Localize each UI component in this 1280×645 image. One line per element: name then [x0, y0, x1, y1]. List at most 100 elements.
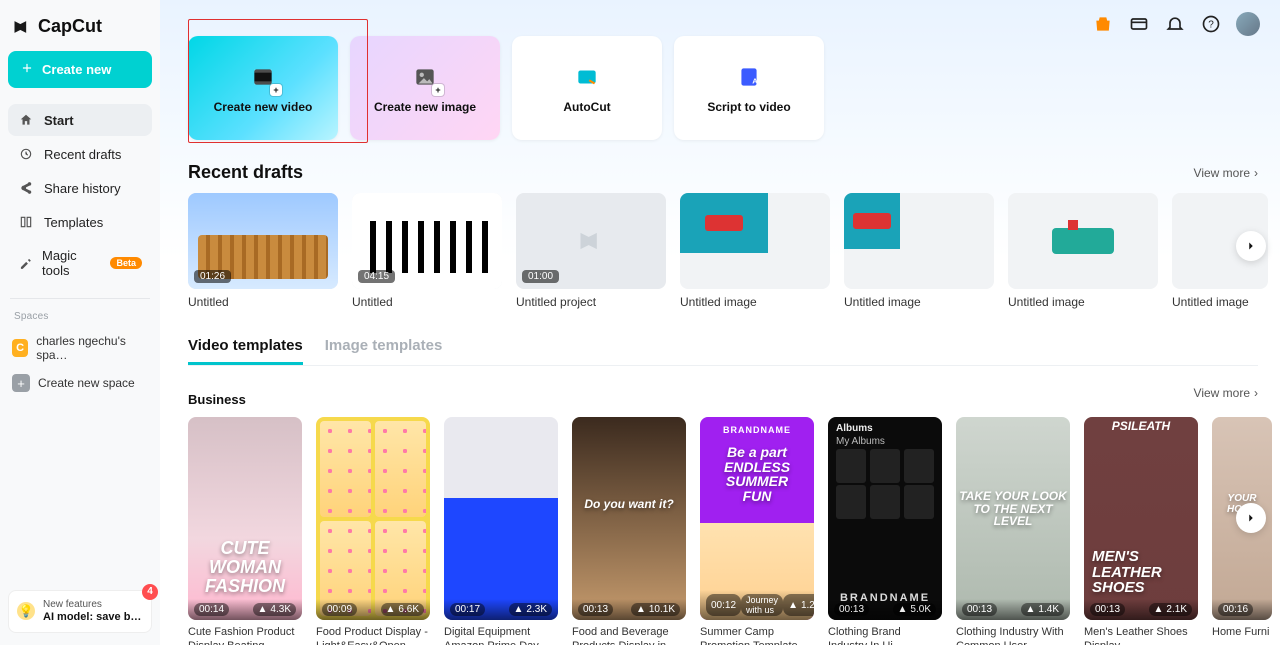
- flame-icon: ▲: [386, 604, 396, 615]
- shop-icon[interactable]: [1092, 13, 1114, 35]
- draft-card[interactable]: 04:15 Untitled: [352, 193, 502, 309]
- template-title: Clothing Brand Industry In Ui Recreation…: [828, 626, 942, 645]
- duration-badge: 01:00: [522, 270, 559, 283]
- popularity: 2.3K: [526, 604, 547, 615]
- template-card[interactable]: CUTE WOMAN FASHION 00:14▲4.3K Cute Fashi…: [188, 417, 302, 645]
- flame-icon: ▲: [898, 604, 908, 615]
- divider: [10, 298, 150, 299]
- duration-badge: 00:16: [1218, 603, 1253, 616]
- help-icon[interactable]: ?: [1200, 13, 1222, 35]
- logo-text: CapCut: [38, 16, 102, 37]
- head-text: PSILEATH: [1084, 419, 1198, 433]
- nf-count-badge: 4: [142, 584, 158, 600]
- overlay-text: Do you want it?: [572, 498, 686, 511]
- nav-magic-tools[interactable]: Magic tools Beta: [8, 240, 152, 286]
- template-card[interactable]: YOUR HOME 00:16 Home Furni: [1212, 417, 1272, 645]
- script-to-video-card[interactable]: AI Script to video: [674, 36, 824, 140]
- template-card[interactable]: 00:09 ▲6.6K Food Product Display - Light&…: [316, 417, 430, 645]
- sidebar: CapCut Create new Start Recent drafts Sh…: [0, 0, 160, 645]
- film-icon: +: [248, 62, 278, 92]
- duration-badge: 00:13: [578, 603, 613, 616]
- plus-badge: +: [270, 84, 282, 96]
- card-label: AutoCut: [563, 100, 610, 114]
- template-card[interactable]: 00:17▲2.3K Digital Equipment Amazon Prim…: [444, 417, 558, 645]
- capcut-logo-icon: [577, 227, 605, 255]
- nav-label: Magic tools: [42, 248, 98, 278]
- template-title: Food Product Display - Light&Easy&Open T…: [316, 626, 430, 645]
- create-space-label: Create new space: [38, 376, 135, 390]
- autocut-card[interactable]: AutoCut: [512, 36, 662, 140]
- home-icon: [18, 112, 34, 128]
- popularity: 2.1K: [1166, 604, 1187, 615]
- bell-icon[interactable]: [1164, 13, 1186, 35]
- template-title: Men's Leather Shoes Display: [1084, 626, 1198, 645]
- avatar[interactable]: [1236, 12, 1260, 36]
- create-new-image-card[interactable]: + Create new image: [350, 36, 500, 140]
- popularity: 5.0K: [910, 604, 931, 615]
- flame-icon: ▲: [788, 600, 798, 611]
- space-name: charles ngechu's spa…: [36, 334, 148, 362]
- business-view-more[interactable]: View more ›: [1194, 386, 1258, 400]
- recent-view-more[interactable]: View more ›: [1194, 166, 1258, 180]
- template-title: Food and Beverage Products Display in a…: [572, 626, 686, 645]
- recent-drafts-row: 01:26 Untitled 04:15 Untitled 01:00 Unti…: [188, 193, 1258, 309]
- spaces-label: Spaces: [8, 311, 152, 328]
- overlay-text: Be a part ENDLESS SUMMER FUN: [700, 445, 814, 504]
- draft-title: Untitled image: [1008, 295, 1158, 309]
- chevron-right-icon: [1244, 511, 1258, 525]
- template-card[interactable]: TAKE YOUR LOOK TO THE NEXT LEVEL 00:13▲1…: [956, 417, 1070, 645]
- plus-icon: [20, 61, 34, 78]
- template-card[interactable]: Do you want it? 00:13▲10.1K Food and Bev…: [572, 417, 686, 645]
- primary-nav: Start Recent drafts Share history Templa…: [8, 104, 152, 286]
- duration-badge: 00:13: [834, 603, 869, 616]
- nf-text: New features AI model: save big …: [43, 599, 143, 624]
- template-card[interactable]: PSILEATH MEN'S LEATHER SHOES 00:13▲2.1K …: [1084, 417, 1198, 645]
- nav-recent-drafts[interactable]: Recent drafts: [8, 138, 152, 170]
- scroll-right-button[interactable]: [1236, 231, 1266, 261]
- templates-icon: [18, 214, 34, 230]
- overlay-text: CUTE WOMAN FASHION: [188, 539, 302, 596]
- plus-icon: +: [12, 374, 30, 392]
- create-new-button[interactable]: Create new: [8, 51, 152, 88]
- draft-card[interactable]: Untitled image: [1008, 193, 1158, 309]
- template-card[interactable]: BRANDNAME Be a part ENDLESS SUMMER FUN 0…: [700, 417, 814, 645]
- tab-image-templates[interactable]: Image templates: [325, 337, 443, 365]
- create-space[interactable]: + Create new space: [8, 368, 152, 398]
- nav-templates[interactable]: Templates: [8, 206, 152, 238]
- action-cards: + Create new video + Create new image Au…: [188, 36, 1258, 140]
- overlay-text: TAKE YOUR LOOK TO THE NEXT LEVEL: [956, 490, 1070, 528]
- new-features-card[interactable]: 4 💡 New features AI model: save big …: [8, 590, 152, 633]
- draft-title: Untitled image: [680, 295, 830, 309]
- template-card[interactable]: Albums My Albums BRANDNAME 00:13▲5.0K Cl…: [828, 417, 942, 645]
- space-item[interactable]: C charles ngechu's spa…: [8, 328, 152, 368]
- script-icon: AI: [734, 62, 764, 92]
- beta-badge: Beta: [110, 257, 142, 269]
- card-icon[interactable]: [1128, 13, 1150, 35]
- scroll-right-button[interactable]: [1236, 503, 1266, 533]
- nav-start[interactable]: Start: [8, 104, 152, 136]
- duration-badge: 00:13: [962, 603, 997, 616]
- template-title: Digital Equipment Amazon Prime Day…: [444, 626, 558, 645]
- template-title: Clothing Industry With Common User Inter…: [956, 626, 1070, 645]
- draft-card[interactable]: Untitled image: [844, 193, 994, 309]
- draft-card[interactable]: Untitled image: [680, 193, 830, 309]
- nav-share-history[interactable]: Share history: [8, 172, 152, 204]
- popularity: 6.6K: [398, 604, 419, 615]
- draft-title: Untitled project: [516, 295, 666, 309]
- draft-title: Untitled: [352, 295, 502, 309]
- duration-badge: 00:17: [450, 603, 485, 616]
- create-new-video-card[interactable]: + Create new video: [188, 36, 338, 140]
- logo[interactable]: CapCut: [8, 12, 152, 51]
- chevron-right-icon: [1244, 239, 1258, 253]
- tab-video-templates[interactable]: Video templates: [188, 337, 303, 365]
- nf-line2: AI model: save big …: [43, 611, 143, 624]
- topbar: ?: [1092, 12, 1260, 36]
- draft-card[interactable]: 01:00 Untitled project: [516, 193, 666, 309]
- draft-card[interactable]: 01:26 Untitled: [188, 193, 338, 309]
- flame-icon: ▲: [1026, 604, 1036, 615]
- duration-badge: 00:09: [322, 603, 357, 616]
- svg-text:?: ?: [1208, 19, 1214, 30]
- card-label: Create new video: [214, 100, 313, 114]
- view-more-label: View more: [1194, 386, 1250, 400]
- nav-label: Start: [44, 113, 74, 128]
